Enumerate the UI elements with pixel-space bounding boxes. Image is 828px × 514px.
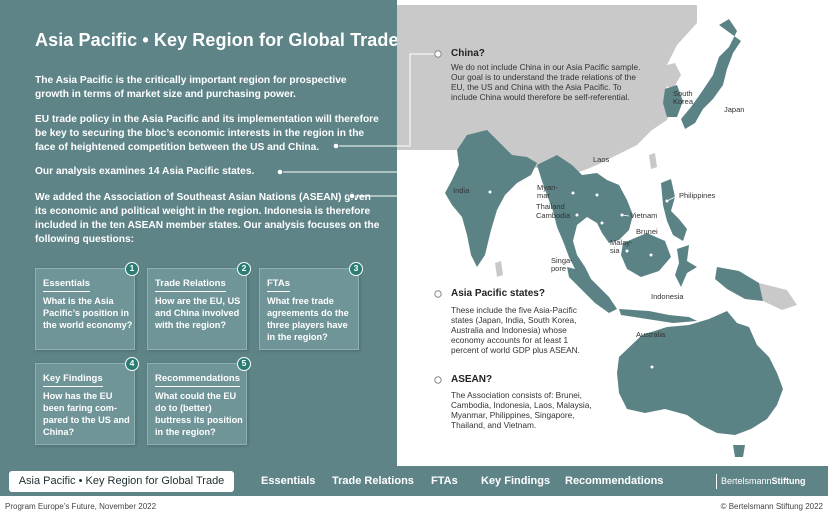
connector-asean — [352, 195, 438, 381]
connector-china — [336, 53, 438, 147]
brand-logo[interactable]: BertelsmannStiftung — [716, 474, 806, 489]
callout-connectors — [276, 50, 442, 384]
nav-tab-trade-relations[interactable]: Trade Relations — [332, 471, 414, 492]
callout-marker — [434, 290, 442, 298]
brand-name-part2: Stiftung — [771, 476, 806, 486]
footer-program: Program Europe’s Future, November 2022 — [5, 502, 157, 511]
connector-asia-pacific — [280, 171, 438, 295]
nav-tab-ftas[interactable]: FTAs — [431, 471, 458, 492]
brand-name-part1: Bertelsmann — [721, 476, 772, 486]
callout-marker — [434, 50, 442, 58]
infographic-page: Asia Pacific • Key Region for Global Tra… — [0, 0, 828, 514]
nav-tab-essentials[interactable]: Essentials — [261, 471, 315, 492]
nav-tab-key-findings[interactable]: Key Findings — [481, 471, 550, 492]
connector-dot — [332, 142, 340, 150]
callout-marker — [434, 376, 442, 384]
nav-tab-recommendations[interactable]: Recommendations — [565, 471, 663, 492]
nav-tab-asia-pacific[interactable]: Asia Pacific • Key Region for Global Tra… — [9, 471, 234, 492]
footer-copyright: © Bertelsmann Stiftung 2022 — [720, 502, 823, 511]
connector-dot — [276, 168, 284, 176]
bottom-navigation: Asia Pacific • Key Region for Global Tra… — [0, 466, 828, 496]
connector-dot — [348, 192, 356, 200]
